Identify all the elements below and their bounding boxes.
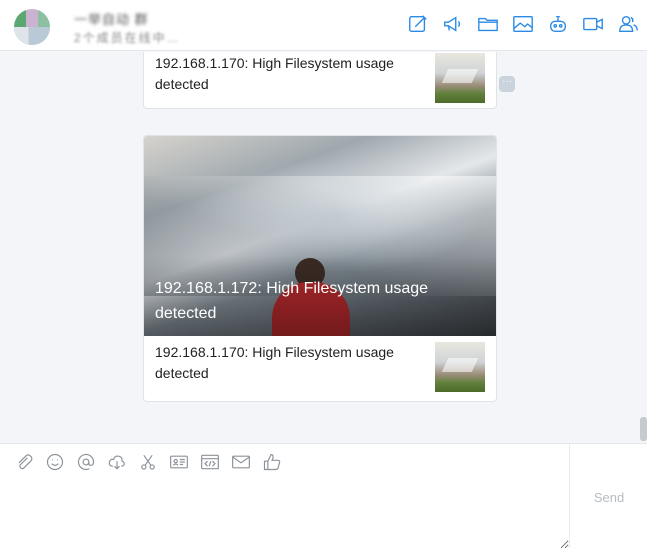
- folder-icon[interactable]: [476, 12, 499, 35]
- scrollbar[interactable]: [640, 417, 647, 441]
- more-options-button[interactable]: ···: [499, 76, 515, 92]
- announcement-icon[interactable]: [441, 12, 464, 35]
- code-snippet-icon[interactable]: [200, 452, 220, 472]
- image-icon[interactable]: [511, 12, 534, 35]
- news-item[interactable]: 192.168.1.170: High Filesystem usage det…: [144, 336, 496, 401]
- news-card[interactable]: 192.168.1.172: High Filesystem usage det…: [143, 135, 497, 402]
- video-call-icon[interactable]: [581, 12, 604, 35]
- robot-icon[interactable]: [546, 12, 569, 35]
- news-item-text: 192.168.1.170: High Filesystem usage det…: [155, 55, 394, 92]
- scissors-icon[interactable]: [138, 452, 158, 472]
- news-cover[interactable]: 192.168.1.172: High Filesystem usage det…: [144, 136, 496, 336]
- news-item-thumbnail: [435, 53, 485, 103]
- composer-toolbar: [14, 452, 282, 472]
- chat-header: 一举自动 群 2个成员在线中…: [0, 0, 647, 51]
- message-list[interactable]: 192.168.1.170: High Filesystem usage det…: [0, 52, 647, 443]
- chat-title: 一举自动 群: [74, 9, 149, 28]
- chat-title-text: 一举自动 群: [74, 12, 149, 27]
- attachment-icon[interactable]: [14, 452, 34, 472]
- mention-icon[interactable]: [76, 452, 96, 472]
- chat-subtitle: 2个成员在线中…: [74, 31, 181, 45]
- news-cover-title: 192.168.1.172: High Filesystem usage det…: [155, 280, 429, 322]
- contact-card-icon[interactable]: [169, 452, 189, 472]
- news-item[interactable]: 192.168.1.170: High Filesystem usage det…: [144, 52, 496, 108]
- members-icon[interactable]: [616, 12, 639, 35]
- avatar[interactable]: [14, 9, 50, 45]
- composer: Send: [0, 443, 647, 548]
- news-item-text: 192.168.1.170: High Filesystem usage det…: [155, 344, 394, 381]
- header-toolbar: [406, 12, 639, 35]
- news-card[interactable]: 192.168.1.170: High Filesystem usage det…: [143, 52, 497, 109]
- thumbs-up-icon[interactable]: [262, 452, 282, 472]
- news-item-thumbnail: [435, 342, 485, 392]
- mail-icon[interactable]: [231, 452, 251, 472]
- emoji-icon[interactable]: [45, 452, 65, 472]
- message-input[interactable]: [0, 478, 569, 548]
- edit-icon[interactable]: [406, 12, 429, 35]
- send-button[interactable]: Send: [570, 490, 647, 505]
- send-area: Send: [569, 444, 647, 548]
- cloud-download-icon[interactable]: [107, 452, 127, 472]
